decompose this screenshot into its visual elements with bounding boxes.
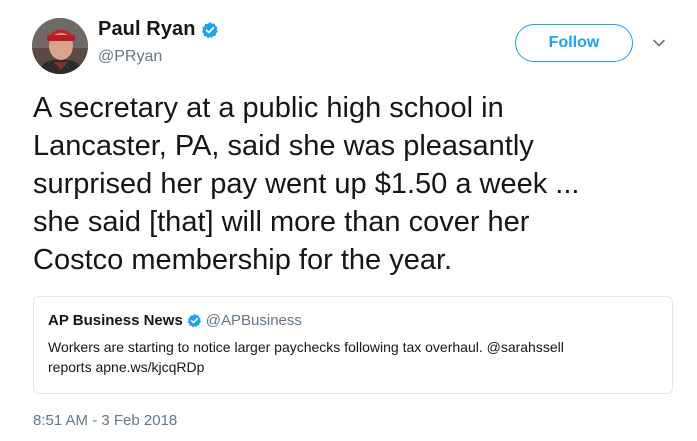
quoted-tweet-line: reports apne.ws/kjcqRDp — [48, 359, 205, 375]
author-display-name[interactable]: Paul Ryan — [98, 18, 196, 41]
quoted-tweet[interactable]: AP Business News @APBusiness Workers are… — [33, 296, 673, 394]
tweet-text-line: A secretary at a public high school in — [33, 92, 504, 124]
verified-badge-icon — [187, 313, 201, 328]
author-handle[interactable]: @PRyan — [98, 48, 162, 66]
verified-badge-icon — [201, 21, 218, 38]
quoted-author-handle: @APBusiness — [205, 312, 302, 329]
quoted-tweet-text: Workers are starting to notice larger pa… — [48, 337, 658, 377]
quoted-tweet-header: AP Business News @APBusiness — [48, 312, 302, 329]
tweet-text: A secretary at a public high school in L… — [33, 89, 673, 279]
tweet-text-line: Lancaster, PA, said she was pleasantly — [33, 130, 534, 162]
chevron-down-icon[interactable] — [652, 36, 666, 50]
quoted-author-name: AP Business News — [48, 312, 183, 329]
tweet-text-line: surprised her pay went up $1.50 a week .… — [33, 168, 580, 200]
follow-button[interactable]: Follow — [515, 24, 633, 62]
author-name-row: Paul Ryan — [98, 18, 219, 41]
tweet-text-line: she said [that] will more than cover her — [33, 206, 530, 238]
quoted-tweet-line: Workers are starting to notice larger pa… — [48, 339, 564, 355]
tweet-timestamp[interactable]: 8:51 AM - 3 Feb 2018 — [33, 412, 177, 429]
tweet-text-line: Costco membership for the year. — [33, 244, 453, 276]
avatar-photo-icon — [32, 18, 88, 74]
author-avatar[interactable] — [32, 18, 88, 74]
